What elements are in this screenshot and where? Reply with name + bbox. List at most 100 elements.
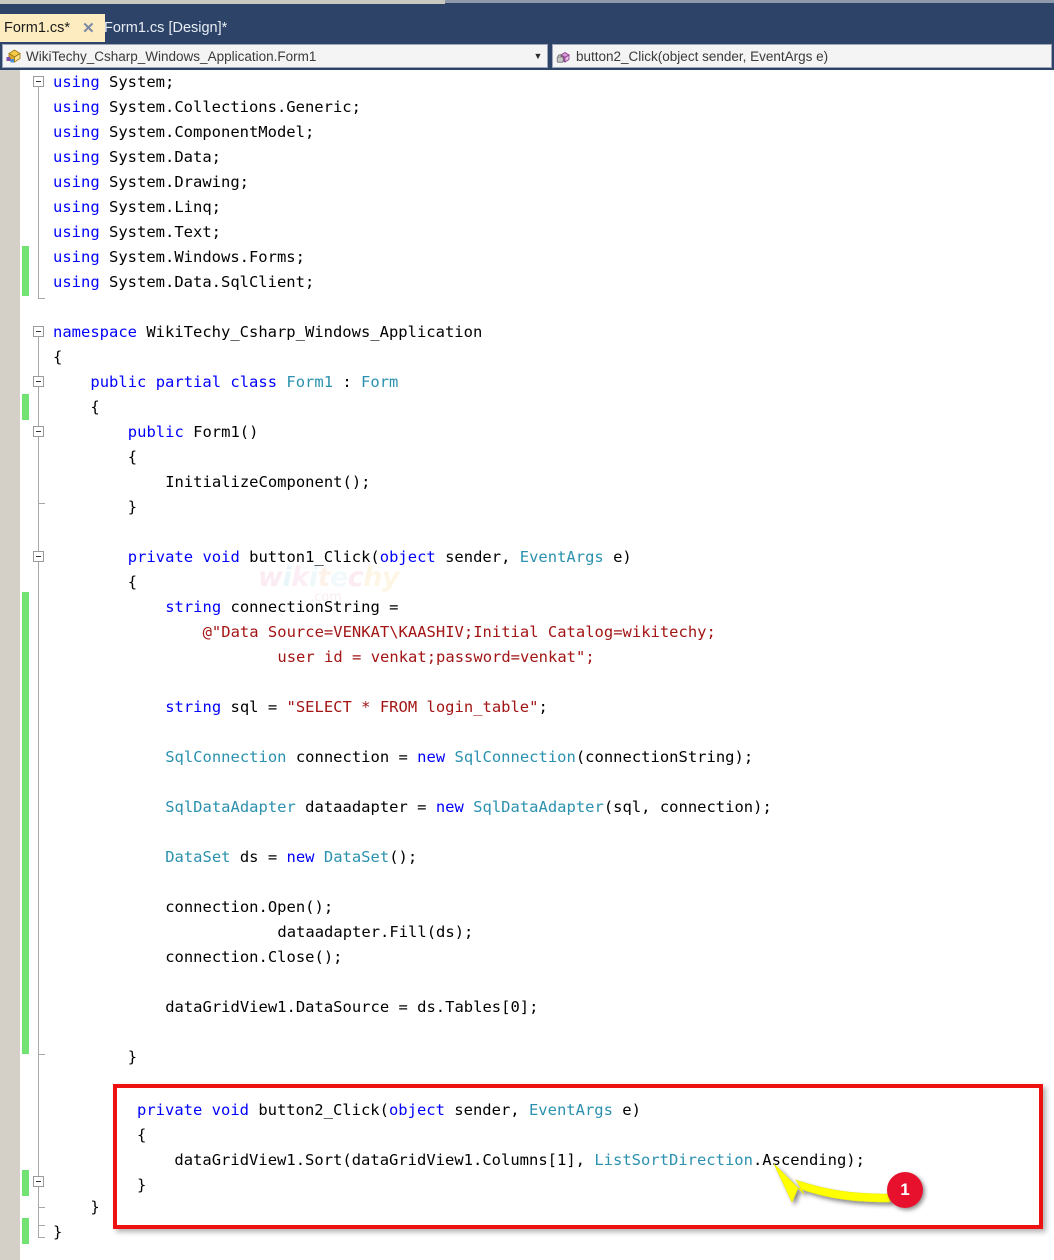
code-token: using: [53, 173, 100, 191]
code-token: button1_Click(: [239, 548, 380, 566]
outlining-guide: [38, 437, 39, 503]
code-editor[interactable]: wikitechy .com using System; using System…: [0, 70, 1054, 1260]
outlining-guide: [38, 1187, 39, 1207]
code-line: SqlDataAdapter dataadapter = new SqlData…: [165, 795, 772, 820]
code-token: new: [286, 848, 315, 866]
code-token: System.Text;: [99, 223, 221, 241]
code-token: string: [165, 698, 222, 716]
code-token: Form: [361, 373, 399, 391]
code-line: {: [128, 570, 137, 595]
code-line: public Form1(): [128, 420, 259, 445]
code-line: connection.Close();: [165, 945, 342, 970]
code-token: System.Drawing;: [99, 173, 249, 191]
change-bar: [22, 394, 29, 420]
code-line: DataSet ds = new DataSet();: [165, 845, 417, 870]
editor-navigation-bar: WikiTechy_Csharp_Windows_Application.For…: [0, 42, 1054, 70]
code-token: public: [127, 423, 184, 441]
code-token: Form1(): [183, 423, 259, 441]
code-token: namespace: [53, 323, 137, 341]
code-line: using System;: [53, 70, 174, 95]
code-token: System.ComponentModel;: [99, 123, 315, 141]
fold-toggle-usings[interactable]: [33, 76, 44, 87]
member-dropdown[interactable]: button2_Click(object sender, EventArgs e…: [552, 44, 1052, 68]
code-token: string: [165, 598, 222, 616]
outlining-guide: [38, 87, 39, 298]
fold-toggle-button2-click[interactable]: [33, 1176, 44, 1187]
change-bar: [22, 1170, 29, 1196]
code-line: dataadapter.Fill(ds);: [277, 920, 473, 945]
outlining-guide-end: [38, 1237, 45, 1238]
code-line: @"Data Source=VENKAT\KAASHIV;Initial Cat…: [203, 620, 716, 645]
member-dropdown-value: button2_Click(object sender, EventArgs e…: [576, 48, 829, 64]
code-token: connection.Open();: [165, 898, 334, 916]
code-line: {: [53, 345, 62, 370]
outlining-guide-end: [38, 503, 45, 504]
code-token: EventArgs: [519, 548, 604, 566]
code-token: dataadapter =: [295, 798, 436, 816]
code-token: using: [53, 248, 100, 266]
code-token: e): [603, 548, 632, 566]
tab-form1-cs-design[interactable]: Form1.cs [Design]*: [96, 14, 235, 42]
code-token: }: [53, 1223, 63, 1241]
code-token: ();: [389, 848, 418, 866]
code-token: "SELECT * FROM login_table": [286, 698, 539, 716]
code-token: }: [127, 1048, 138, 1066]
code-line: using System.Data.SqlClient;: [53, 270, 314, 295]
code-token: (sql, connection);: [603, 798, 772, 816]
code-token: DataSet: [323, 848, 390, 866]
code-token: private void: [127, 548, 240, 566]
code-token: System.Collections.Generic;: [99, 98, 361, 116]
fold-toggle-namespace[interactable]: [33, 326, 44, 337]
tab-form1-cs[interactable]: Form1.cs* ✕: [0, 14, 105, 42]
code-line: }: [128, 495, 137, 520]
type-dropdown[interactable]: WikiTechy_Csharp_Windows_Application.For…: [2, 44, 548, 68]
code-line: private void button1_Click(object sender…: [128, 545, 632, 570]
fold-toggle-constructor[interactable]: [33, 426, 44, 437]
type-dropdown-value: WikiTechy_Csharp_Windows_Application.For…: [26, 48, 317, 64]
code-token: using: [53, 148, 100, 166]
code-token: using: [53, 198, 100, 216]
outlining-guide-end: [38, 298, 45, 299]
code-token: connection =: [286, 748, 418, 766]
code-token: using: [53, 98, 100, 116]
code-line: connection.Open();: [165, 895, 333, 920]
code-text-layer[interactable]: using System; using System.Collections.Ge…: [47, 70, 1054, 1260]
code-line: using System.Text;: [53, 220, 221, 245]
private-method-icon: [556, 48, 573, 65]
code-token: }: [127, 498, 138, 516]
code-token: user id = venkat;password=venkat";: [277, 648, 595, 666]
code-token: (connectionString);: [575, 748, 754, 766]
code-token: ds =: [230, 848, 287, 866]
fold-toggle-class[interactable]: [33, 376, 44, 387]
code-token: connection.Close();: [165, 948, 343, 966]
code-token: SqlDataAdapter: [165, 798, 296, 816]
code-token: {: [127, 573, 138, 591]
code-token: System.Linq;: [99, 198, 221, 216]
code-line: SqlConnection connection = new SqlConnec…: [165, 745, 753, 770]
code-line: using System.Linq;: [53, 195, 221, 220]
code-line: {: [90, 395, 99, 420]
code-token: WikiTechy_Csharp_Windows_Application: [137, 323, 483, 341]
code-token: SqlConnection: [165, 748, 287, 766]
code-token: using: [53, 223, 100, 241]
code-token: using: [53, 123, 100, 141]
code-token: @"Data Source=VENKAT\KAASHIV;Initial Cat…: [202, 623, 716, 641]
code-token: new: [417, 748, 446, 766]
code-token: connectionString =: [221, 598, 399, 616]
code-line: string connectionString =: [165, 595, 398, 620]
code-token: System.Windows.Forms;: [99, 248, 305, 266]
code-token: using: [53, 73, 100, 91]
selection-margin[interactable]: [0, 70, 20, 1260]
class-icon: [6, 48, 23, 65]
code-token: System.Data.SqlClient;: [99, 273, 315, 291]
outlining-guide-end: [38, 1225, 45, 1226]
top-strip-highlight: [0, 0, 445, 4]
window-top-strip: [0, 0, 1054, 14]
fold-toggle-button1-click[interactable]: [33, 551, 44, 562]
chevron-down-icon[interactable]: ▼: [529, 51, 547, 61]
code-line: string sql = "SELECT * FROM login_table"…: [165, 695, 548, 720]
change-bar: [22, 246, 29, 296]
code-token: using: [53, 273, 100, 291]
